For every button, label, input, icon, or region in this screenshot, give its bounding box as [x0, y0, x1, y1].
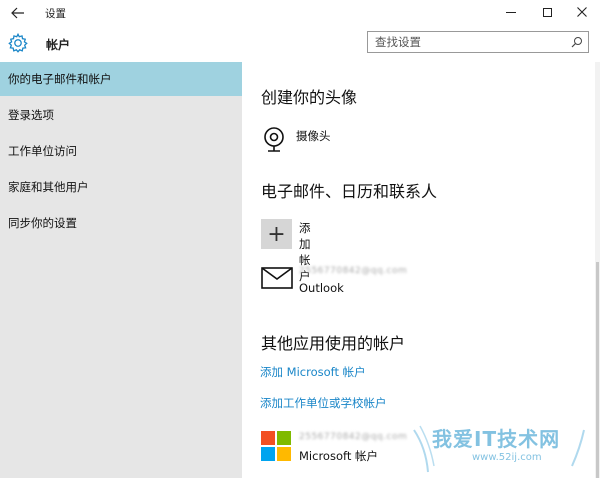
watermark-url: www.52ij.com — [472, 452, 542, 463]
sidebar-item-label: 你的电子邮件和帐户 — [8, 72, 112, 86]
minimize-icon — [506, 11, 516, 13]
mail-icon — [261, 267, 293, 289]
watermark-text: 我爱IT技术网 — [432, 427, 561, 451]
outlook-email: 2556770842@qq.com — [299, 266, 408, 276]
gear-icon — [8, 32, 28, 53]
sidebar-item-label: 同步你的设置 — [8, 216, 77, 230]
sidebar-item-label: 登录选项 — [8, 108, 54, 122]
camera-label: 摄像头 — [296, 129, 331, 143]
title-bar: 设置 — [0, 0, 600, 26]
close-button[interactable] — [565, 0, 599, 24]
add-work-school-account-link[interactable]: 添加工作单位或学校帐户 — [260, 395, 387, 411]
minimize-button[interactable] — [494, 0, 528, 24]
sidebar-item-email-accounts[interactable]: 你的电子邮件和帐户 — [0, 62, 242, 96]
close-icon — [577, 7, 587, 17]
plus-icon: + — [261, 219, 292, 249]
back-button[interactable] — [8, 3, 28, 23]
search-icon[interactable] — [571, 36, 583, 48]
camera-icon — [264, 127, 284, 152]
sidebar-item-sync-settings[interactable]: 同步你的设置 — [0, 206, 242, 240]
avatar-section-title: 创建你的头像 — [261, 88, 358, 107]
sidebar: 你的电子邮件和帐户 登录选项 工作单位访问 家庭和其他用户 同步你的设置 — [0, 62, 242, 478]
microsoft-logo-icon — [261, 431, 291, 461]
page-header: 帐户 — [0, 26, 600, 62]
sidebar-item-family-users[interactable]: 家庭和其他用户 — [0, 170, 242, 204]
watermark: 我爱IT技术网 www.52ij.com — [412, 420, 600, 478]
email-section-title: 电子邮件、日历和联系人 — [261, 182, 438, 201]
add-microsoft-account-link[interactable]: 添加 Microsoft 帐户 — [260, 364, 366, 380]
main-content: 创建你的头像 摄像头 电子邮件、日历和联系人 + 添加帐户 2556770842… — [242, 62, 600, 478]
other-apps-section-title: 其他应用使用的帐户 — [261, 334, 406, 353]
arrow-left-icon — [11, 7, 24, 19]
microsoft-account-label: Microsoft 帐户 — [299, 449, 378, 463]
sidebar-item-label: 家庭和其他用户 — [8, 180, 89, 194]
maximize-button[interactable] — [530, 0, 564, 24]
search-box[interactable] — [367, 31, 589, 53]
sidebar-item-work-access[interactable]: 工作单位访问 — [0, 134, 242, 168]
scrollbar[interactable] — [595, 62, 600, 478]
window-title: 设置 — [45, 8, 66, 20]
microsoft-email: 2556770842@qq.com — [299, 432, 408, 442]
camera-option[interactable]: 摄像头 — [260, 124, 380, 156]
maximize-icon — [542, 7, 552, 17]
page-title: 帐户 — [46, 38, 71, 52]
sidebar-item-label: 工作单位访问 — [8, 144, 77, 158]
sidebar-item-sign-in-options[interactable]: 登录选项 — [0, 98, 242, 132]
outlook-label: Outlook — [299, 281, 344, 295]
outlook-account[interactable]: 2556770842@qq.com Outlook — [260, 262, 460, 298]
search-input[interactable] — [368, 32, 558, 52]
